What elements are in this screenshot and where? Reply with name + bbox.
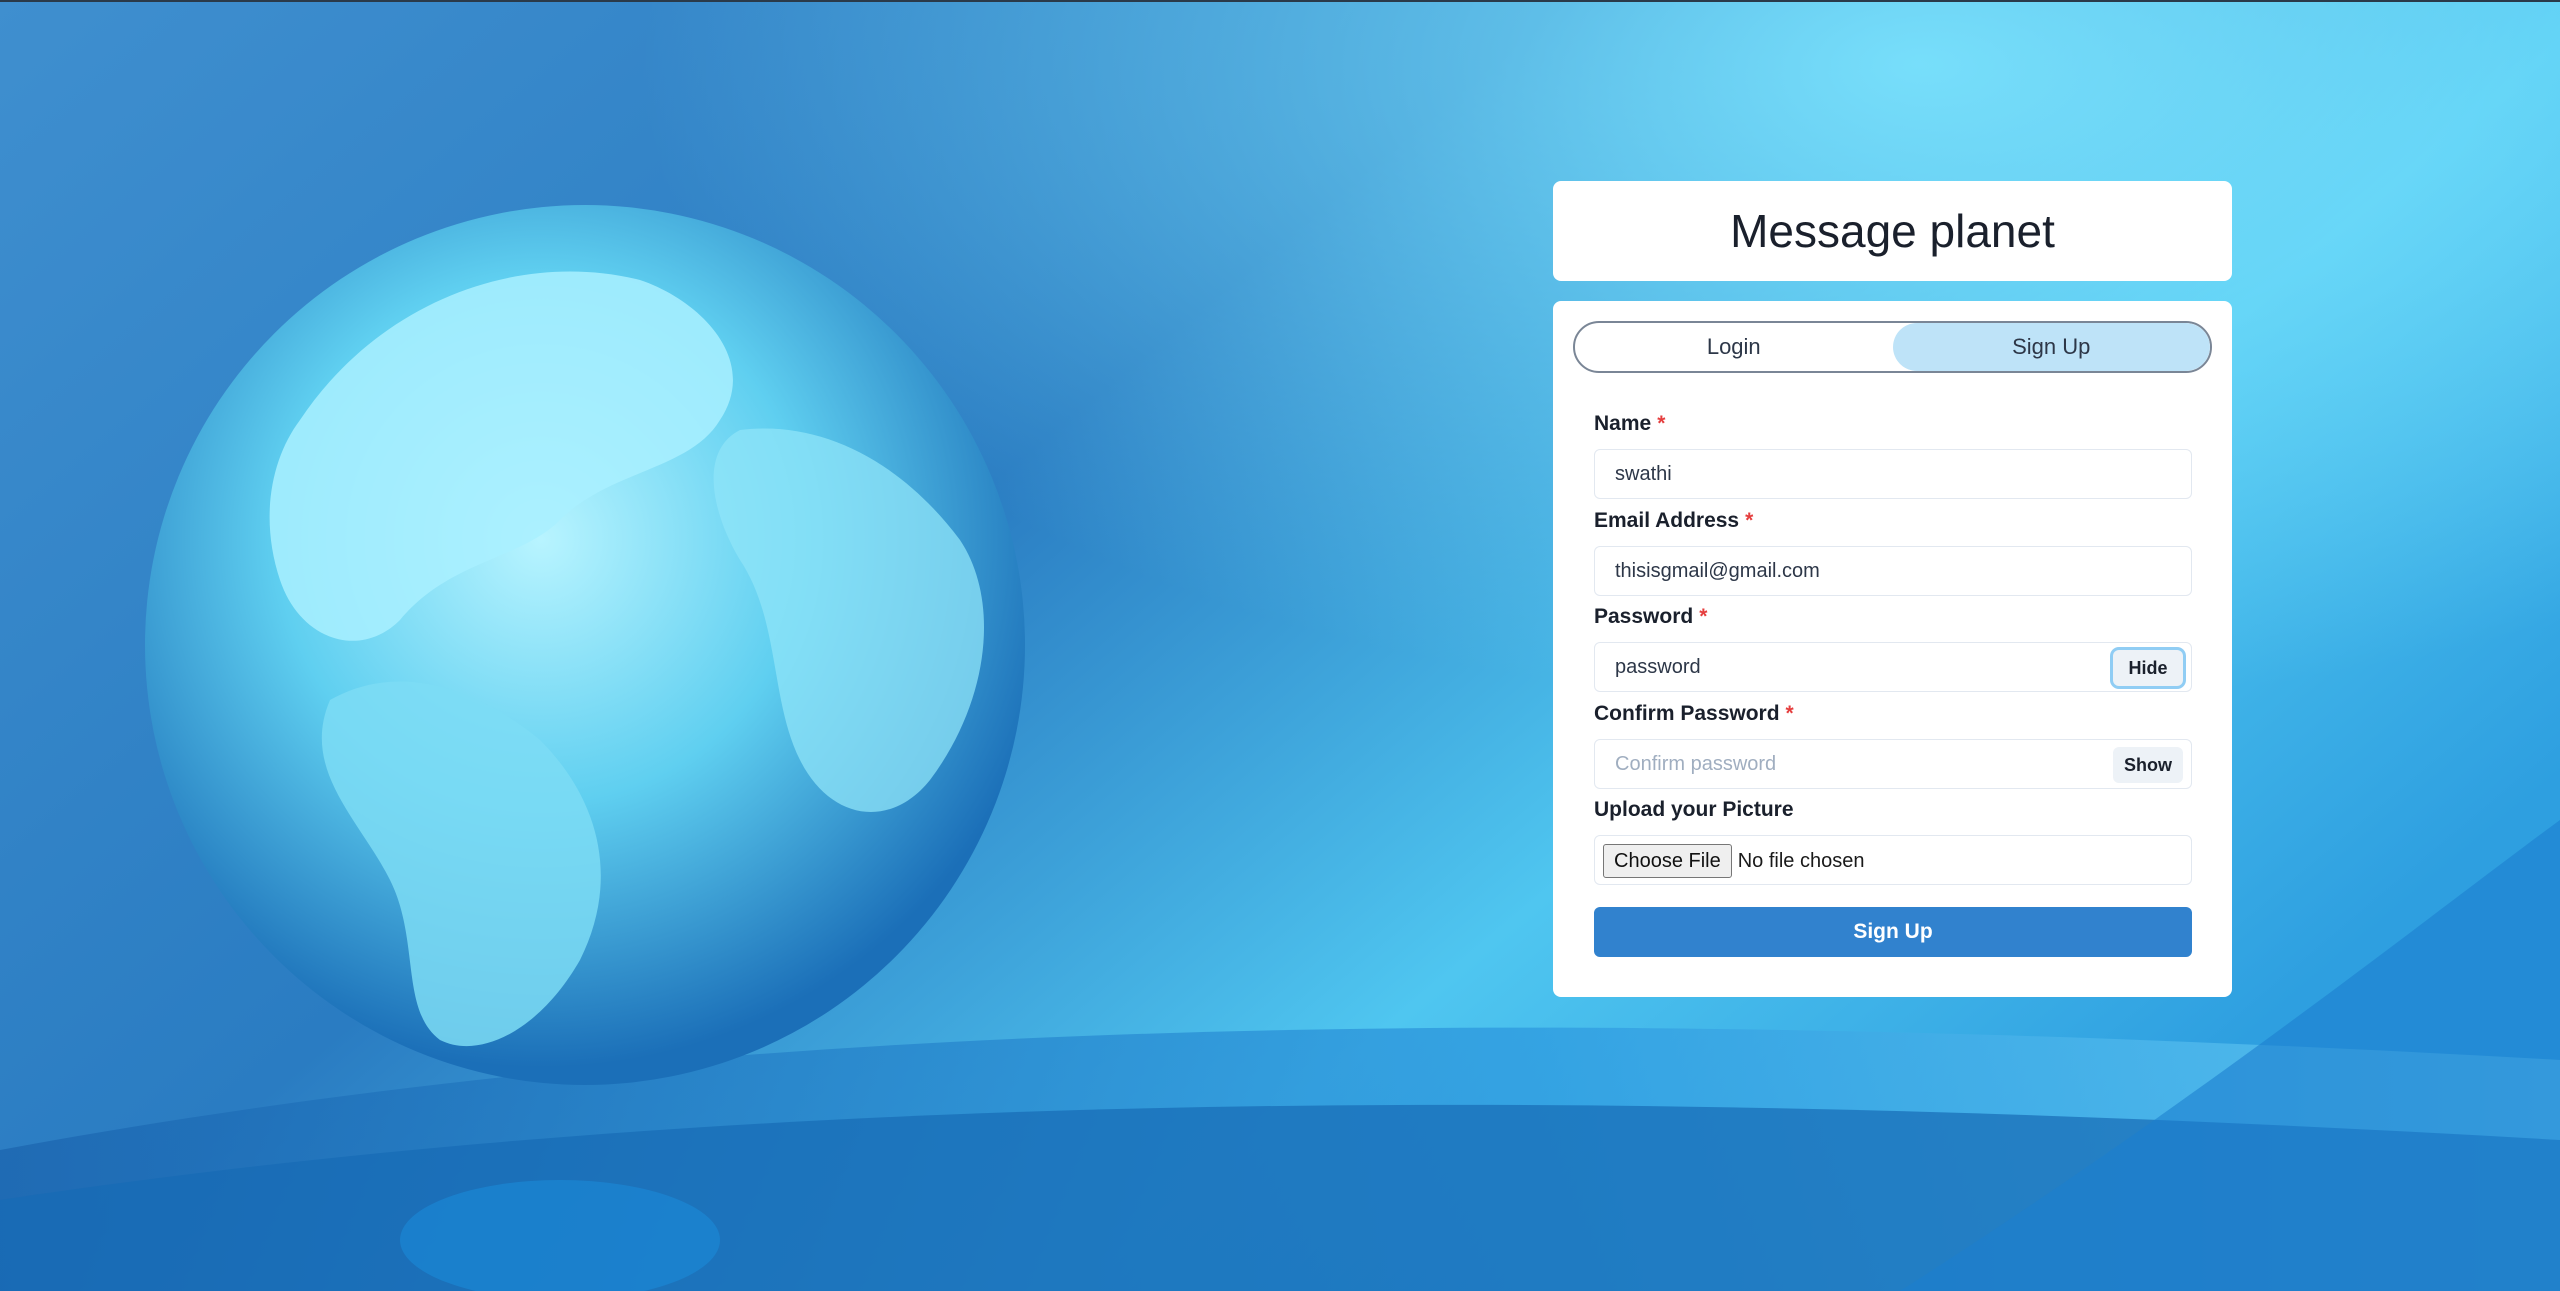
hide-password-button[interactable]: Hide (2113, 650, 2183, 686)
top-border (0, 0, 2560, 2)
name-label: Name * (1594, 412, 1666, 435)
password-field-group: Password* Hide (1594, 602, 2192, 692)
show-password-button[interactable]: Show (2113, 747, 2183, 783)
password-label: Password * (1594, 605, 1708, 628)
password-input[interactable] (1595, 643, 2191, 691)
required-mark: * (1785, 702, 1794, 725)
file-input: Choose File No file chosen (1603, 844, 1864, 878)
confirm-password-field-group: Confirm Password* Show (1594, 699, 2192, 789)
tab-sign-up[interactable]: Sign Up (1892, 323, 2210, 371)
tab-login[interactable]: Login (1575, 323, 1893, 371)
name-input-box (1594, 449, 2192, 499)
app-title-card: Message planet (1553, 181, 2232, 281)
required-mark: * (1699, 605, 1708, 628)
required-mark: * (1657, 412, 1666, 435)
password-input-box: Hide (1594, 642, 2192, 692)
required-mark: * (1745, 509, 1754, 532)
confirm-password-label: Confirm Password * (1594, 702, 1794, 725)
file-input-box: Choose File No file chosen (1594, 835, 2192, 885)
auth-form-card: Login Sign Up Name* Email Address* Passw… (1553, 301, 2232, 997)
auth-tabs: Login Sign Up (1573, 321, 2212, 373)
email-label: Email Address * (1594, 509, 1754, 532)
picture-field-group: Upload your Picture Choose File No file … (1594, 795, 2192, 885)
picture-label: Upload your Picture (1594, 798, 1794, 821)
name-input[interactable] (1595, 450, 2191, 498)
confirm-password-input-box: Show (1594, 739, 2192, 789)
confirm-password-input[interactable] (1595, 740, 2191, 788)
email-input-box (1594, 546, 2192, 596)
name-field-group: Name * (1594, 409, 2192, 499)
email-field-group: Email Address * (1594, 506, 2192, 596)
app-title: Message planet (1730, 205, 2055, 257)
choose-file-button[interactable]: Choose File (1603, 844, 1732, 878)
email-input[interactable] (1595, 547, 2191, 595)
sign-up-button[interactable]: Sign Up (1594, 907, 2192, 957)
file-status: No file chosen (1737, 849, 1865, 872)
